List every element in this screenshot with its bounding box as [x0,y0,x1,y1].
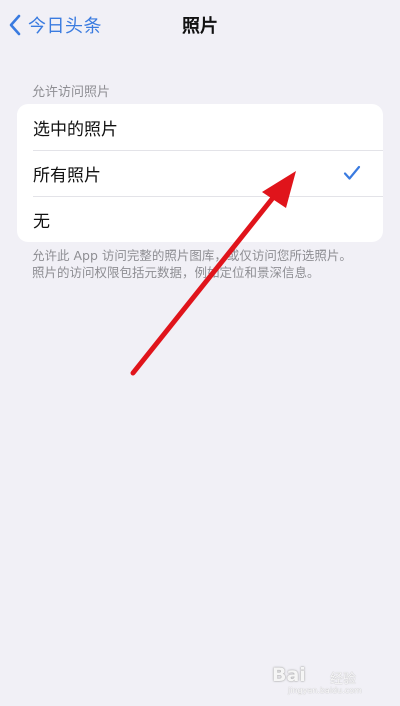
footer-description: 允许此 App 访问完整的照片图库，或仅访问您所选照片。照片的访问权限包括元数据… [32,248,352,280]
page-title: 照片 [182,16,218,37]
photo-access-options: 选中的照片 所有照片 无 [17,104,383,242]
option-all-photos[interactable]: 所有照片 [17,150,383,196]
option-label: 选中的照片 [33,119,118,140]
option-label: 无 [33,211,50,232]
divider [33,150,383,151]
checkmark-icon [343,165,361,185]
section-header: 允许访问照片 [32,85,111,100]
divider [33,196,383,197]
watermark-url: jingyan.baidu.com [288,686,362,695]
option-label: 所有照片 [33,165,101,186]
navigation-bar: 今日头条 照片 [0,0,400,50]
watermark-brand-sub: 经验 [330,672,357,687]
watermark-brand: Bai [272,664,306,686]
baidu-watermark: Bai 经验 jingyan.baidu.com [272,656,382,698]
option-selected-photos[interactable]: 选中的照片 [17,104,383,150]
option-none[interactable]: 无 [17,196,383,242]
